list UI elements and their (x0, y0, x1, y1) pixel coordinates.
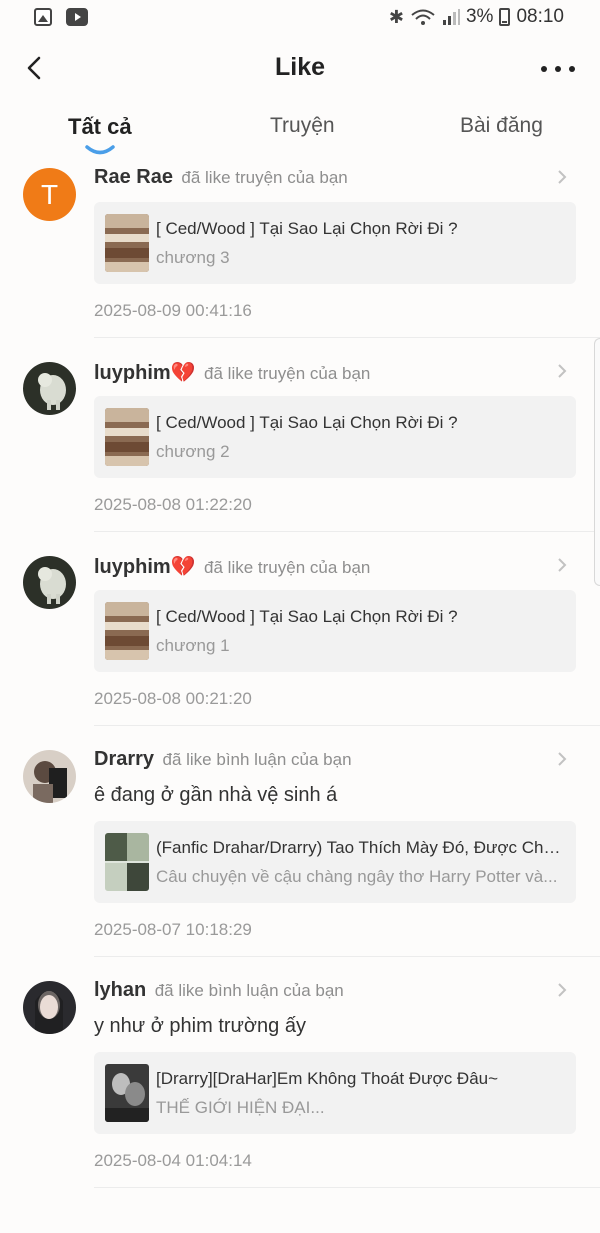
header: Like (0, 38, 600, 100)
edge-panel-handle[interactable] (594, 338, 600, 586)
chevron-right-icon[interactable] (554, 749, 570, 769)
story-cover-image (105, 214, 149, 272)
comment-text: ê đang ở gần nhà vệ sinh á (94, 784, 338, 806)
more-button[interactable] (538, 52, 578, 86)
username[interactable]: luyphim💔 (94, 556, 196, 578)
divider (94, 956, 600, 957)
page-title: Like (274, 53, 326, 81)
story-card[interactable]: [ Ced/Wood ] Tại Sao Lại Chọn Rời Đi ? c… (94, 202, 576, 284)
action-text: đã like truyện của bạn (204, 364, 371, 383)
active-tab-indicator (85, 145, 115, 155)
wifi-icon (411, 9, 435, 25)
story-cover-image (105, 408, 149, 466)
divider (94, 725, 600, 726)
list-item[interactable]: lyhan đã like bình luận của bạn y như ở … (0, 973, 600, 1187)
back-button[interactable] (18, 50, 54, 86)
tab-posts[interactable]: Bài đăng (460, 114, 543, 138)
story-title: [ Ced/Wood ] Tại Sao Lại Chọn Rời Đi ? (156, 607, 458, 626)
story-title: [Drarry][DraHar]Em Không Thoát Được Đâu~ (156, 1069, 499, 1088)
like-feed: T Rae Rae đã like truyện của bạn [ Ced/W… (0, 160, 600, 1204)
avatar[interactable] (23, 750, 76, 803)
list-item[interactable]: luyphim💔 đã like truyện của bạn [ Ced/Wo… (0, 548, 600, 725)
story-subtitle: Câu chuyện về cậu chàng ngây thơ Harry P… (156, 867, 558, 886)
action-text: đã like bình luận của bạn (162, 750, 352, 769)
tab-stories[interactable]: Truyện (270, 114, 335, 138)
chevron-right-icon[interactable] (554, 167, 570, 187)
bluetooth-icon: ✱ (388, 6, 404, 27)
timestamp: 2025-08-07 10:18:29 (94, 920, 252, 939)
story-card[interactable]: [ Ced/Wood ] Tại Sao Lại Chọn Rời Đi ? c… (94, 396, 576, 478)
timestamp: 2025-08-04 01:04:14 (94, 1151, 252, 1170)
story-title: [ Ced/Wood ] Tại Sao Lại Chọn Rời Đi ? (156, 413, 458, 432)
action-text: đã like truyện của bạn (181, 168, 348, 187)
username[interactable]: Rae Rae (94, 166, 173, 188)
username[interactable]: luyphim💔 (94, 362, 196, 384)
back-chevron-icon (27, 56, 41, 80)
list-item[interactable]: Drarry đã like bình luận của bạn ê đang … (0, 742, 600, 956)
action-text: đã like bình luận của bạn (154, 981, 344, 1000)
timestamp: 2025-08-08 01:22:20 (94, 495, 252, 514)
story-subtitle: chương 1 (156, 636, 230, 655)
story-card[interactable]: [Drarry][DraHar]Em Không Thoát Được Đâu~… (94, 1052, 576, 1134)
chevron-right-icon[interactable] (554, 555, 570, 575)
tab-all[interactable]: Tất cả (68, 114, 132, 140)
avatar[interactable] (23, 981, 76, 1034)
timestamp: 2025-08-09 00:41:16 (94, 301, 252, 320)
story-cover-image (105, 1064, 149, 1122)
timestamp: 2025-08-08 00:21:20 (94, 689, 252, 708)
chevron-right-icon[interactable] (554, 361, 570, 381)
story-subtitle: chương 3 (156, 248, 230, 267)
media-app-icon (66, 8, 88, 26)
list-item[interactable]: luyphim💔 đã like truyện của bạn [ Ced/Wo… (0, 354, 600, 531)
divider (94, 1187, 600, 1188)
story-title: [ Ced/Wood ] Tại Sao Lại Chọn Rời Đi ? (156, 219, 458, 238)
more-dots-icon (569, 66, 575, 72)
story-title: (Fanfic Drahar/Drarry) Tao Thích Mày Đó,… (156, 838, 564, 857)
battery-icon (499, 8, 511, 26)
more-dots-icon (541, 66, 547, 72)
username[interactable]: lyhan (94, 979, 146, 1001)
story-subtitle: THẾ GIỚI HIỆN ĐẠI... (156, 1098, 325, 1117)
action-text: đã like truyện của bạn (204, 558, 371, 577)
avatar[interactable] (23, 556, 76, 609)
battery-percent: 3% (465, 6, 494, 27)
list-item[interactable]: T Rae Rae đã like truyện của bạn [ Ced/W… (0, 160, 600, 337)
signal-icon (442, 9, 460, 25)
avatar[interactable] (23, 362, 76, 415)
story-card[interactable]: (Fanfic Drahar/Drarry) Tao Thích Mày Đó,… (94, 821, 576, 903)
story-subtitle: chương 2 (156, 442, 230, 461)
username[interactable]: Drarry (94, 748, 154, 770)
chevron-right-icon[interactable] (554, 980, 570, 1000)
story-cover-image (105, 833, 149, 891)
story-cover-image (105, 602, 149, 660)
clock: 08:10 (516, 6, 564, 27)
divider (94, 531, 600, 532)
status-bar: ✱ 3% 08:10 (0, 0, 600, 38)
divider (94, 337, 600, 338)
story-card[interactable]: [ Ced/Wood ] Tại Sao Lại Chọn Rời Đi ? c… (94, 590, 576, 672)
tab-bar: Tất cả Truyện Bài đăng (0, 108, 600, 158)
avatar[interactable]: T (23, 168, 76, 221)
comment-text: y như ở phim trường ấy (94, 1015, 306, 1037)
more-dots-icon (555, 66, 561, 72)
gallery-icon (34, 8, 52, 26)
